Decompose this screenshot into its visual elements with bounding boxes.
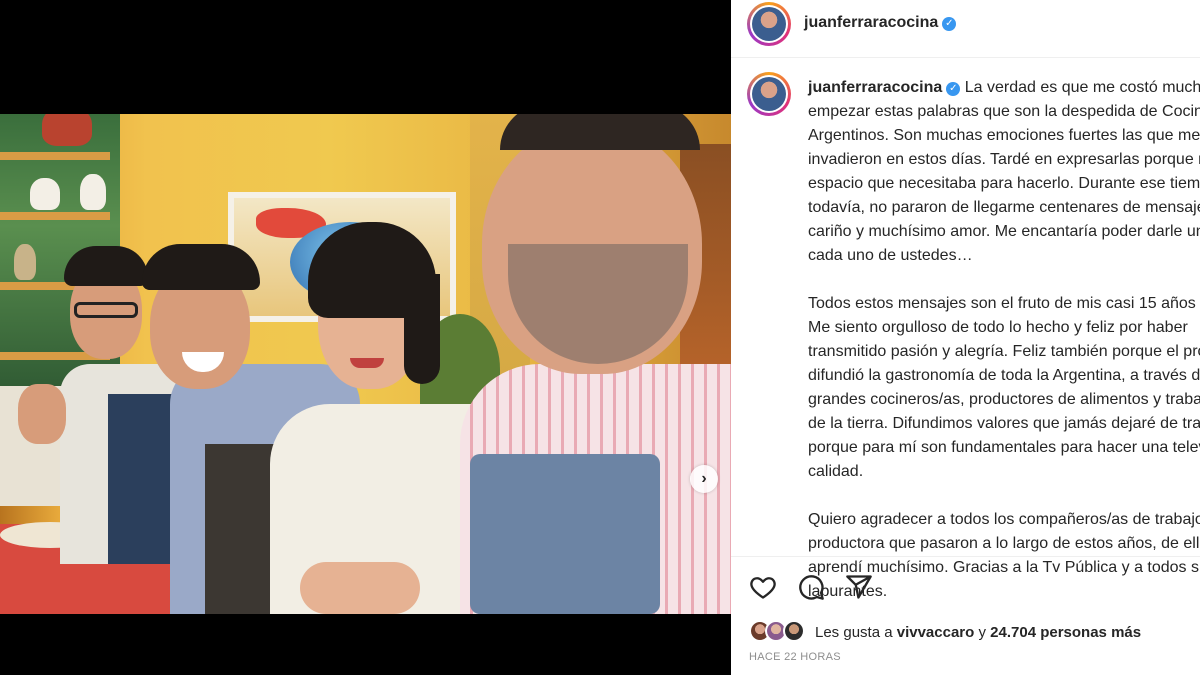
post-timestamp[interactable]: HACE 22 HORAS: [749, 651, 841, 663]
caption-line: productora que pasaron a lo largo de est…: [808, 535, 1200, 552]
caption-line: de la tierra. Difundimos valores que jam…: [808, 415, 1200, 432]
header-username-row[interactable]: juanferraracocina ✓: [804, 14, 957, 32]
carousel-next-button[interactable]: ›: [690, 465, 718, 493]
caption-line: Me siento orgulloso de todo lo hecho y f…: [808, 319, 1188, 336]
likes-row: Les gusta a vivvaccaro y 24.704 personas…: [749, 620, 1141, 644]
post-caption: juanferraracocina ✓ La verdad es que me c…: [808, 76, 1200, 604]
pot: [42, 114, 92, 146]
caption-line: grandes cocineros/as, productores de ali…: [808, 391, 1200, 408]
post-photo[interactable]: ›: [0, 114, 731, 614]
caption-line: difundió la gastronomía de toda la Argen…: [808, 367, 1200, 384]
caption-line: todavía, no pararon de llegarme centenar…: [808, 199, 1200, 216]
header-avatar[interactable]: [747, 2, 791, 46]
post-panel: juanferraracocina ✓ juanferraracocina ✓ La…: [731, 0, 1200, 675]
likes-count[interactable]: 24.704 personas más: [990, 624, 1141, 641]
post-header: juanferraracocina ✓: [731, 0, 1200, 58]
caption-line: Todos estos mensajes son el fruto de mis…: [808, 295, 1200, 312]
caption-avatar[interactable]: [747, 72, 791, 116]
caption-line: porque para mí son fundamentales para ha…: [808, 439, 1200, 456]
likes-prefix: Les gusta a: [815, 623, 893, 641]
verified-badge-icon: ✓: [942, 17, 957, 31]
caption-line: Argentinos. Son muchas emociones fuertes…: [808, 127, 1200, 144]
caption-line: cada uno de ustedes…: [808, 247, 973, 264]
caption-line: cariño y muchísimo amor. Me encantaría p…: [808, 223, 1200, 240]
caption-line: Quiero agradecer a todos los compañeros/…: [808, 511, 1200, 528]
jar: [80, 174, 106, 210]
caption-line: transmitido pasión y alegría. Feliz tamb…: [808, 343, 1200, 360]
heart-icon[interactable]: [749, 573, 777, 601]
caption-line: calidad.: [808, 463, 864, 480]
jar: [30, 178, 60, 210]
caption-line: empezar estas palabras que son la desped…: [808, 103, 1200, 120]
verified-badge-icon: ✓: [946, 82, 961, 96]
post-media: ›: [0, 0, 731, 675]
caption-username[interactable]: juanferraracocina: [808, 79, 942, 96]
caption-line: La verdad es que me costó muchísimo: [964, 79, 1200, 96]
caption-line: espacio que necesitaba para hacerlo. Dur…: [808, 175, 1200, 192]
shelf: [0, 212, 110, 220]
header-username[interactable]: juanferraracocina: [804, 14, 938, 31]
likes-connector: y: [978, 623, 986, 641]
shelf: [0, 152, 110, 160]
divider: [731, 556, 1200, 557]
comment-icon[interactable]: [797, 573, 825, 601]
likes-user[interactable]: vivvaccaro: [897, 624, 975, 641]
caption-line: invadieron en estos días. Tardé en expre…: [808, 151, 1200, 168]
liker-avatars[interactable]: [749, 620, 811, 644]
jar: [14, 244, 36, 280]
send-icon[interactable]: [845, 573, 873, 601]
post-actions: [749, 573, 873, 601]
